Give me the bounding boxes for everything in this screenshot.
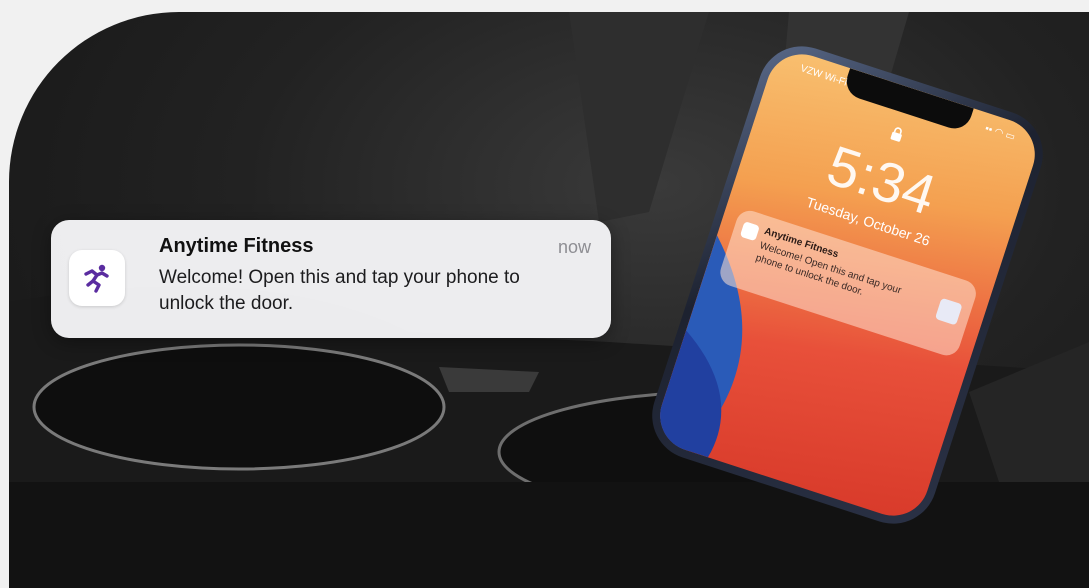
app-icon-small [739, 221, 760, 242]
push-notification-banner[interactable]: Anytime Fitness now Welcome! Open this a… [51, 220, 611, 338]
notification-thumbnail [934, 297, 963, 326]
anytime-fitness-runner-icon [69, 250, 125, 306]
notification-time: now [557, 237, 591, 257]
notification-message: Welcome! Open this and tap your phone to… [159, 267, 520, 314]
notification-title: Anytime Fitness [159, 235, 314, 257]
